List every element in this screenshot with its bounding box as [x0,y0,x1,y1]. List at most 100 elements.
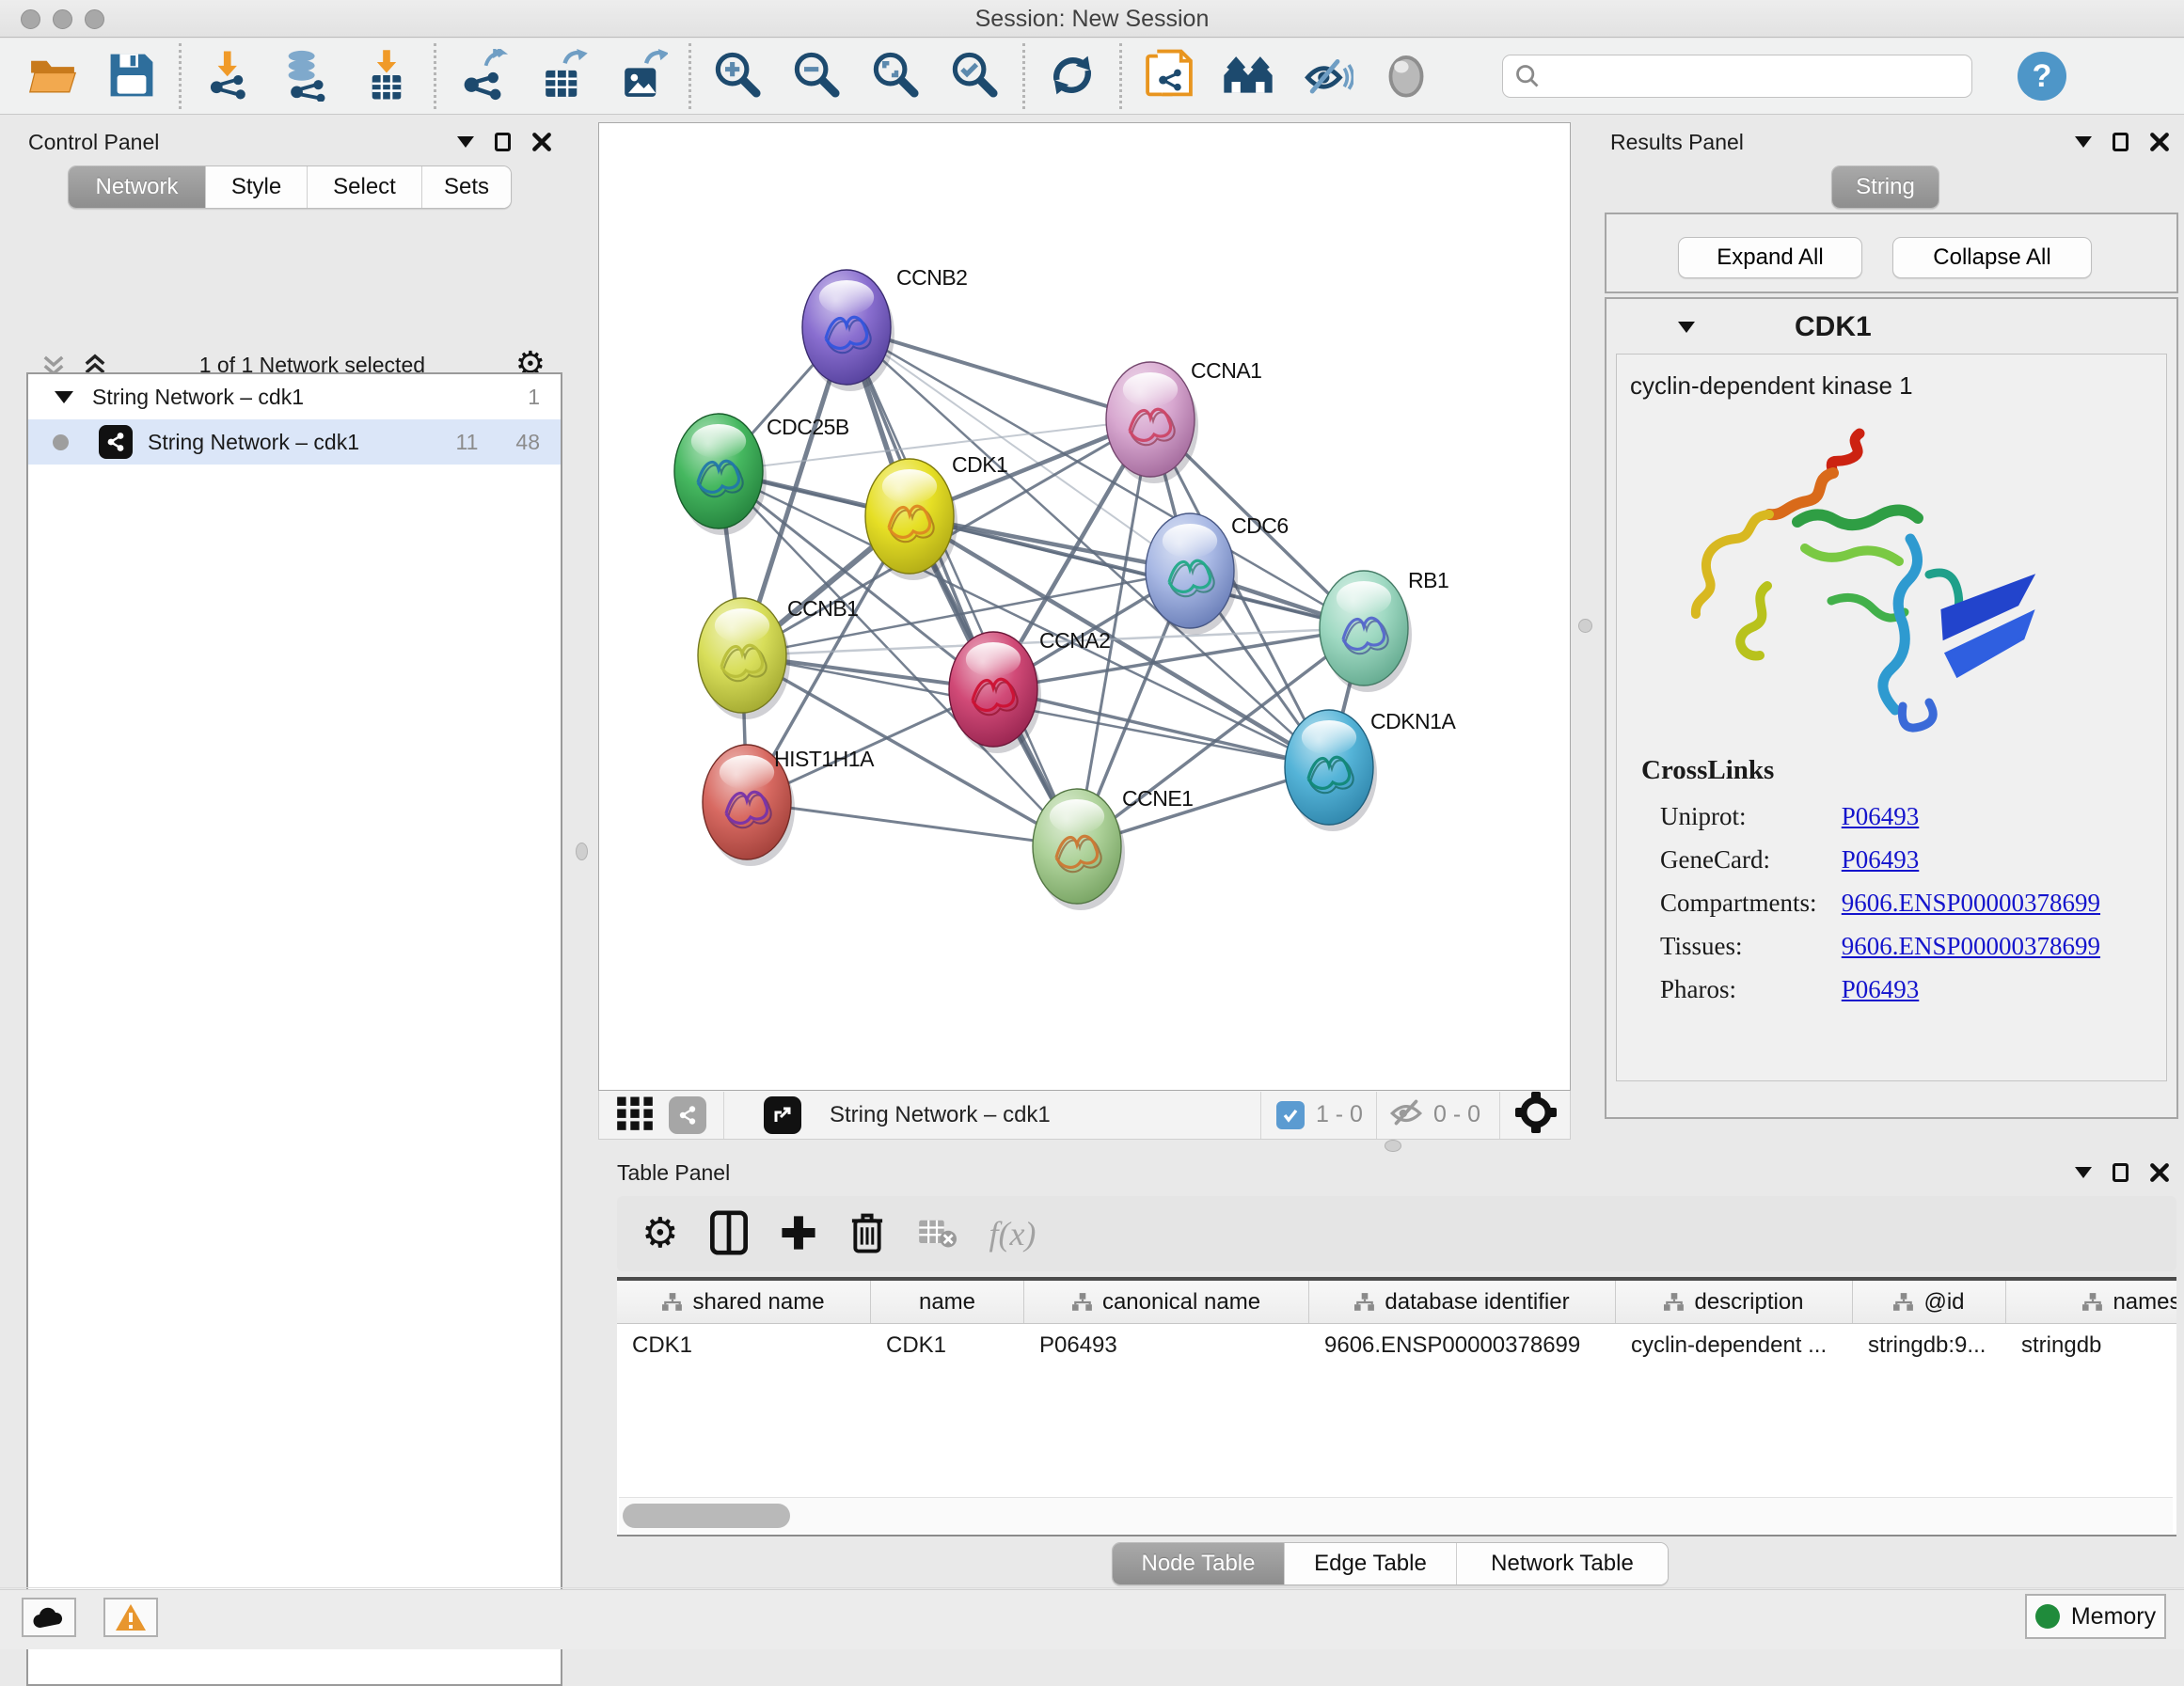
memory-status-dot [2035,1604,2060,1629]
open-in-window-icon[interactable] [764,1096,801,1134]
expand-all-button[interactable]: Expand All [1678,237,1862,278]
horizontal-scrollbar[interactable] [619,1497,2173,1533]
network-edge-count: 48 [515,430,540,455]
panel-menu-icon[interactable] [2075,136,2092,148]
gene-collapse-icon[interactable] [1678,322,1695,333]
tab-string[interactable]: String [1832,166,1939,208]
panel-close-icon[interactable] [531,132,552,152]
hidden-eye-icon[interactable] [1388,1096,1424,1133]
column-header-database-identifier[interactable]: database identifier [1309,1281,1616,1323]
tab-edge-table[interactable]: Edge Table [1285,1543,1457,1584]
splitter-grip[interactable] [1578,619,1592,633]
panel-close-icon[interactable] [2149,132,2170,152]
network-overview-button[interactable] [1130,42,1209,110]
network-node-CDK1[interactable] [865,459,957,580]
network-collection-row[interactable]: String Network – cdk1 1 [28,374,561,419]
toolbar-separator [434,43,436,109]
panel-float-icon[interactable] [2113,133,2129,151]
network-node-RB1[interactable] [1320,571,1412,692]
tab-network[interactable]: Network [69,166,206,208]
column-header-id[interactable]: @id [1853,1281,2006,1323]
birdseye-grid-icon[interactable] [616,1095,654,1135]
hide-show-button[interactable] [1288,42,1367,110]
cloud-status-button[interactable] [22,1598,76,1637]
import-network-from-database-button[interactable] [268,42,347,110]
network-graph[interactable]: CCNB2CCNA1CDC25BCDK1CDC6RB1CCNB1CCNA2CDK… [599,123,1570,1090]
search-input[interactable] [1541,57,1971,95]
tab-network-table[interactable]: Network Table [1457,1543,1668,1584]
splitter-grip[interactable] [1385,1140,1401,1152]
network-view-canvas[interactable]: CCNB2CCNA1CDC25BCDK1CDC6RB1CCNB1CCNA2CDK… [598,122,1571,1091]
zoom-in-button[interactable] [699,42,778,110]
crosslink-link[interactable]: P06493 [1842,845,1920,874]
zoom-fit-button[interactable] [857,42,936,110]
cell-database-identifier: 9606.ENSP00000378699 [1309,1324,1616,1367]
collapse-all-button[interactable]: Collapse All [1892,237,2092,278]
collection-expand-icon[interactable] [55,391,73,403]
zoom-out-button[interactable] [778,42,857,110]
share-view-icon[interactable] [669,1096,706,1134]
export-table-button[interactable] [523,42,602,110]
column-header-name[interactable]: name [871,1281,1024,1323]
search-icon [1514,63,1541,89]
export-image-button[interactable] [602,42,681,110]
table-delete-icon [917,1216,957,1253]
crosslink-label: Tissues: [1660,932,1835,961]
selected-checkbox-icon[interactable] [1276,1101,1305,1129]
panel-menu-icon[interactable] [457,136,474,148]
tab-select[interactable]: Select [308,166,422,208]
network-edge[interactable] [993,689,1329,767]
panel-float-icon[interactable] [495,133,511,151]
column-header-shared-name[interactable]: shared name [617,1281,871,1323]
crosslink-link[interactable]: 9606.ENSP00000378699 [1842,889,2100,917]
tab-sets[interactable]: Sets [422,166,511,208]
crosslink-link[interactable]: 9606.ENSP00000378699 [1842,932,2100,960]
network-edge[interactable] [847,327,1077,846]
open-session-button[interactable] [13,42,92,110]
warning-icon [115,1603,147,1631]
panel-menu-icon[interactable] [2075,1167,2092,1178]
table-row[interactable]: CDK1 CDK1 P06493 9606.ENSP00000378699 cy… [617,1324,2176,1367]
create-column-button[interactable] [780,1205,817,1262]
warnings-button[interactable] [103,1598,158,1637]
help-button[interactable]: ? [2018,52,2066,101]
toolbar-separator [179,43,182,109]
results-panel-tabs: String [1831,165,1939,209]
column-header-description[interactable]: description [1616,1281,1853,1323]
splitter-grip[interactable] [576,843,588,860]
crosshair-icon[interactable] [1515,1092,1557,1138]
tab-node-table[interactable]: Node Table [1113,1543,1285,1584]
network-node-CCNA1[interactable] [1106,362,1198,483]
network-node-CCNB1[interactable] [698,598,790,719]
tab-style[interactable]: Style [206,166,308,208]
memory-button[interactable]: Memory [2025,1594,2166,1639]
network-node-CDC6[interactable] [1146,513,1238,635]
table-settings-button[interactable]: ⚙ [641,1205,678,1262]
network-row[interactable]: String Network – cdk1 11 48 [28,419,561,465]
network-node-CDKN1A[interactable] [1285,710,1377,831]
panel-close-icon[interactable] [2149,1162,2170,1183]
gene-section-header[interactable]: CDK1 [1606,303,2176,352]
import-network-from-file-button[interactable] [189,42,268,110]
export-network-button[interactable] [444,42,523,110]
homes-button[interactable] [1209,42,1288,110]
network-node-CCNB2[interactable] [802,270,894,391]
import-table-button[interactable] [347,42,426,110]
zoom-selected-button[interactable] [936,42,1015,110]
column-tree-icon [662,1293,683,1312]
control-panel-controls [457,132,552,152]
delete-column-button[interactable] [849,1205,885,1262]
apply-layout-button[interactable] [1033,42,1112,110]
crosslink-link[interactable]: P06493 [1842,975,1920,1003]
network-node-CCNA2[interactable] [949,632,1041,753]
show-columns-button[interactable] [710,1205,748,1262]
network-node-CCNE1[interactable] [1033,789,1125,910]
show-all-button[interactable] [1367,42,1446,110]
crosslink-link[interactable]: P06493 [1842,802,1920,830]
column-header-namespace[interactable]: namespace [2006,1281,2176,1323]
save-session-button[interactable] [92,42,171,110]
panel-float-icon[interactable] [2113,1163,2129,1182]
column-header-canonical-name[interactable]: canonical name [1024,1281,1309,1323]
network-edge[interactable] [747,802,1077,846]
scrollbar-thumb[interactable] [623,1504,790,1528]
